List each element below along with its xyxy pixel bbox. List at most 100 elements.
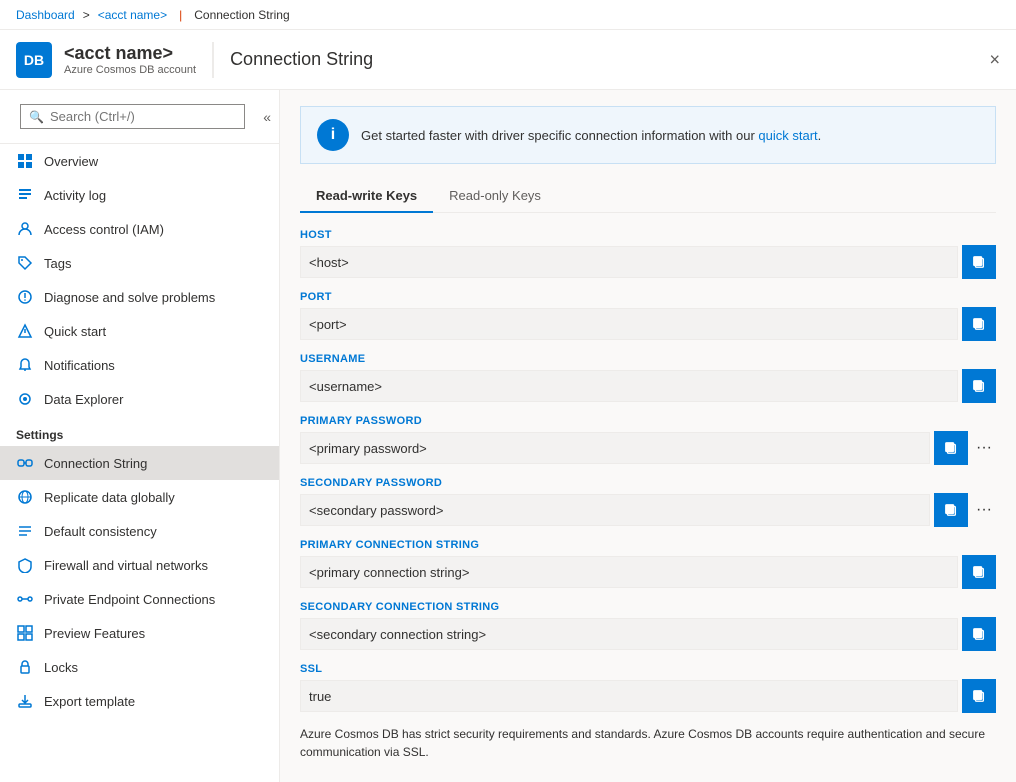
- data-explorer-icon: [16, 390, 34, 408]
- firewall-icon: [16, 556, 34, 574]
- sidebar-label-locks: Locks: [44, 660, 78, 675]
- sidebar-item-access-control[interactable]: Access control (IAM): [0, 212, 279, 246]
- field-input-primary-password[interactable]: [300, 432, 930, 464]
- field-input-host[interactable]: [300, 246, 958, 278]
- activity-log-icon: [16, 186, 34, 204]
- field-row-host: [300, 245, 996, 279]
- export-template-icon: [16, 692, 34, 710]
- breadcrumb-current: Connection String: [194, 8, 289, 22]
- main-content: i Get started faster with driver specifi…: [280, 90, 1016, 782]
- field-row-username: [300, 369, 996, 403]
- field-group-primary-connection-string: PRIMARY CONNECTION STRING: [300, 539, 996, 589]
- connection-string-icon: [16, 454, 34, 472]
- sidebar-item-activity-log[interactable]: Activity log: [0, 178, 279, 212]
- preview-features-icon: [16, 624, 34, 642]
- sidebar-label-connection-string: Connection String: [44, 456, 147, 471]
- field-row-secondary-password: ···: [300, 493, 996, 527]
- field-row-port: [300, 307, 996, 341]
- notifications-icon: [16, 356, 34, 374]
- collapse-button[interactable]: «: [263, 109, 271, 125]
- breadcrumb-dashboard[interactable]: Dashboard: [16, 8, 75, 22]
- field-input-username[interactable]: [300, 370, 958, 402]
- sidebar-item-overview[interactable]: Overview: [0, 144, 279, 178]
- field-input-primary-connection-string[interactable]: [300, 556, 958, 588]
- sidebar-label-firewall: Firewall and virtual networks: [44, 558, 208, 573]
- locks-icon: [16, 658, 34, 676]
- main-layout: 🔍 « Overview Activity log: [0, 90, 1016, 782]
- breadcrumb-pipe: |: [179, 8, 182, 22]
- account-subtitle: Azure Cosmos DB account: [64, 64, 196, 76]
- info-icon: i: [317, 119, 349, 151]
- footer-text: Azure Cosmos DB has strict security requ…: [300, 725, 996, 761]
- sidebar-item-tags[interactable]: Tags: [0, 246, 279, 280]
- access-control-icon: [16, 220, 34, 238]
- field-row-secondary-connection-string: [300, 617, 996, 651]
- field-label-secondary-connection-string: SECONDARY CONNECTION STRING: [300, 601, 996, 613]
- field-row-primary-password: ···: [300, 431, 996, 465]
- page-header: DB <acct name> Azure Cosmos DB account C…: [0, 30, 1016, 90]
- sidebar-label-notifications: Notifications: [44, 358, 115, 373]
- sidebar-label-overview: Overview: [44, 154, 98, 169]
- copy-button-primary-connection-string[interactable]: [962, 555, 996, 589]
- quick-start-link[interactable]: quick start: [758, 128, 817, 143]
- tags-icon: [16, 254, 34, 272]
- field-group-secondary-connection-string: SECONDARY CONNECTION STRING: [300, 601, 996, 651]
- more-button-primary-password[interactable]: ···: [972, 435, 996, 461]
- sidebar-label-export-template: Export template: [44, 694, 135, 709]
- sidebar-label-data-explorer: Data Explorer: [44, 392, 123, 407]
- sidebar-label-diagnose: Diagnose and solve problems: [44, 290, 215, 305]
- sidebar-item-connection-string[interactable]: Connection String: [0, 446, 279, 480]
- sidebar-label-activity-log: Activity log: [44, 188, 106, 203]
- overview-icon: [16, 152, 34, 170]
- account-name: <acct name>: [64, 43, 196, 64]
- sidebar-item-preview-features[interactable]: Preview Features: [0, 616, 279, 650]
- sidebar-item-default-consistency[interactable]: Default consistency: [0, 514, 279, 548]
- page-title: Connection String: [230, 49, 373, 70]
- tab-read-write[interactable]: Read-write Keys: [300, 180, 433, 213]
- copy-button-host[interactable]: [962, 245, 996, 279]
- field-label-ssl: SSL: [300, 663, 996, 675]
- field-group-secondary-password: SECONDARY PASSWORD ···: [300, 477, 996, 527]
- sidebar-label-preview-features: Preview Features: [44, 626, 145, 641]
- sidebar-item-diagnose[interactable]: Diagnose and solve problems: [0, 280, 279, 314]
- field-label-secondary-password: SECONDARY PASSWORD: [300, 477, 996, 489]
- field-row-primary-connection-string: [300, 555, 996, 589]
- sidebar-item-notifications[interactable]: Notifications: [0, 348, 279, 382]
- search-input[interactable]: [50, 109, 236, 124]
- field-label-primary-password: PRIMARY PASSWORD: [300, 415, 996, 427]
- field-input-ssl[interactable]: [300, 680, 958, 712]
- field-group-username: USERNAME: [300, 353, 996, 403]
- field-input-secondary-connection-string[interactable]: [300, 618, 958, 650]
- sidebar-item-private-endpoint[interactable]: Private Endpoint Connections: [0, 582, 279, 616]
- search-icon: 🔍: [29, 110, 44, 124]
- sidebar-label-quick-start: Quick start: [44, 324, 106, 339]
- sidebar: 🔍 « Overview Activity log: [0, 90, 280, 782]
- field-label-primary-connection-string: PRIMARY CONNECTION STRING: [300, 539, 996, 551]
- copy-button-secondary-connection-string[interactable]: [962, 617, 996, 651]
- sidebar-item-locks[interactable]: Locks: [0, 650, 279, 684]
- tab-read-only[interactable]: Read-only Keys: [433, 180, 557, 213]
- quick-start-icon: [16, 322, 34, 340]
- field-group-primary-password: PRIMARY PASSWORD ···: [300, 415, 996, 465]
- breadcrumb-acct[interactable]: <acct name>: [98, 8, 167, 22]
- sidebar-item-replicate-data[interactable]: Replicate data globally: [0, 480, 279, 514]
- fields-container: HOSTPORTUSERNAMEPRIMARY PASSWORD···SECON…: [300, 229, 996, 713]
- replicate-data-icon: [16, 488, 34, 506]
- sidebar-item-export-template[interactable]: Export template: [0, 684, 279, 718]
- sidebar-label-replicate-data: Replicate data globally: [44, 490, 175, 505]
- search-box[interactable]: 🔍: [20, 104, 245, 129]
- copy-button-username[interactable]: [962, 369, 996, 403]
- field-group-ssl: SSL: [300, 663, 996, 713]
- copy-button-primary-password[interactable]: [934, 431, 968, 465]
- sidebar-item-firewall[interactable]: Firewall and virtual networks: [0, 548, 279, 582]
- sidebar-item-data-explorer[interactable]: Data Explorer: [0, 382, 279, 416]
- account-icon: DB: [16, 42, 52, 78]
- close-button[interactable]: ×: [989, 49, 1000, 70]
- copy-button-ssl[interactable]: [962, 679, 996, 713]
- copy-button-secondary-password[interactable]: [934, 493, 968, 527]
- sidebar-item-quick-start[interactable]: Quick start: [0, 314, 279, 348]
- copy-button-port[interactable]: [962, 307, 996, 341]
- more-button-secondary-password[interactable]: ···: [972, 497, 996, 523]
- field-input-port[interactable]: [300, 308, 958, 340]
- field-input-secondary-password[interactable]: [300, 494, 930, 526]
